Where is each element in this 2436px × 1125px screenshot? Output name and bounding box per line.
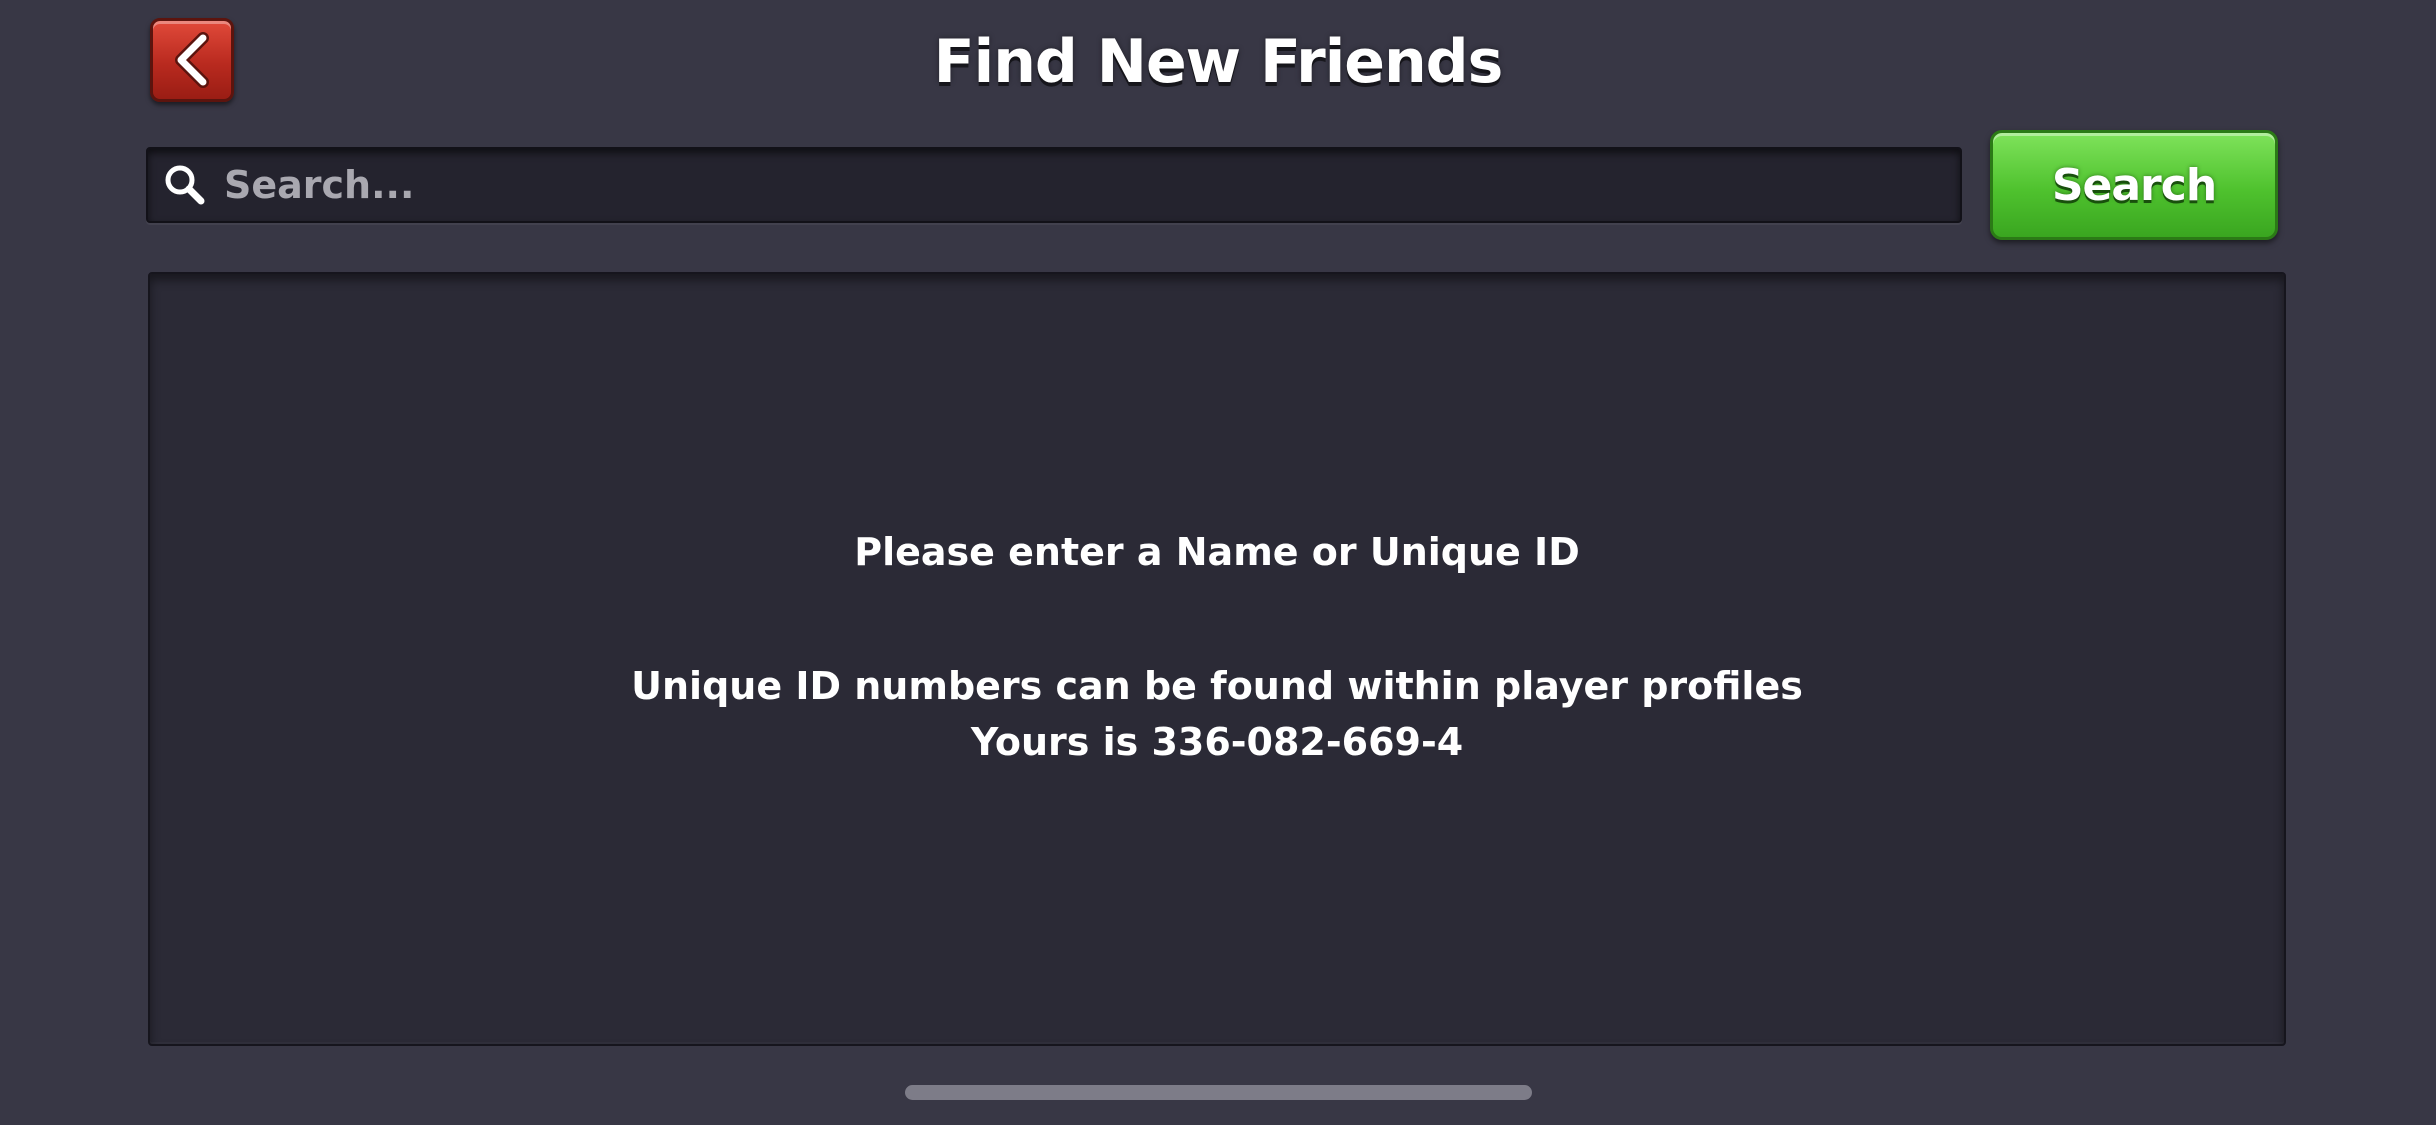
page-title: Find New Friends	[933, 27, 1504, 97]
search-bar	[146, 147, 1962, 223]
your-unique-id-text: Yours is 336-082-669-4	[970, 720, 1464, 764]
prompt-text: Please enter a Name or Unique ID	[854, 530, 1580, 574]
search-button[interactable]: Search	[1990, 130, 2278, 240]
results-panel: Please enter a Name or Unique ID Unique …	[148, 272, 2286, 1046]
search-input[interactable]	[210, 149, 1960, 221]
unique-id-hint-text: Unique ID numbers can be found within pl…	[631, 664, 1803, 708]
home-indicator[interactable]	[905, 1085, 1532, 1100]
search-icon	[165, 165, 205, 205]
